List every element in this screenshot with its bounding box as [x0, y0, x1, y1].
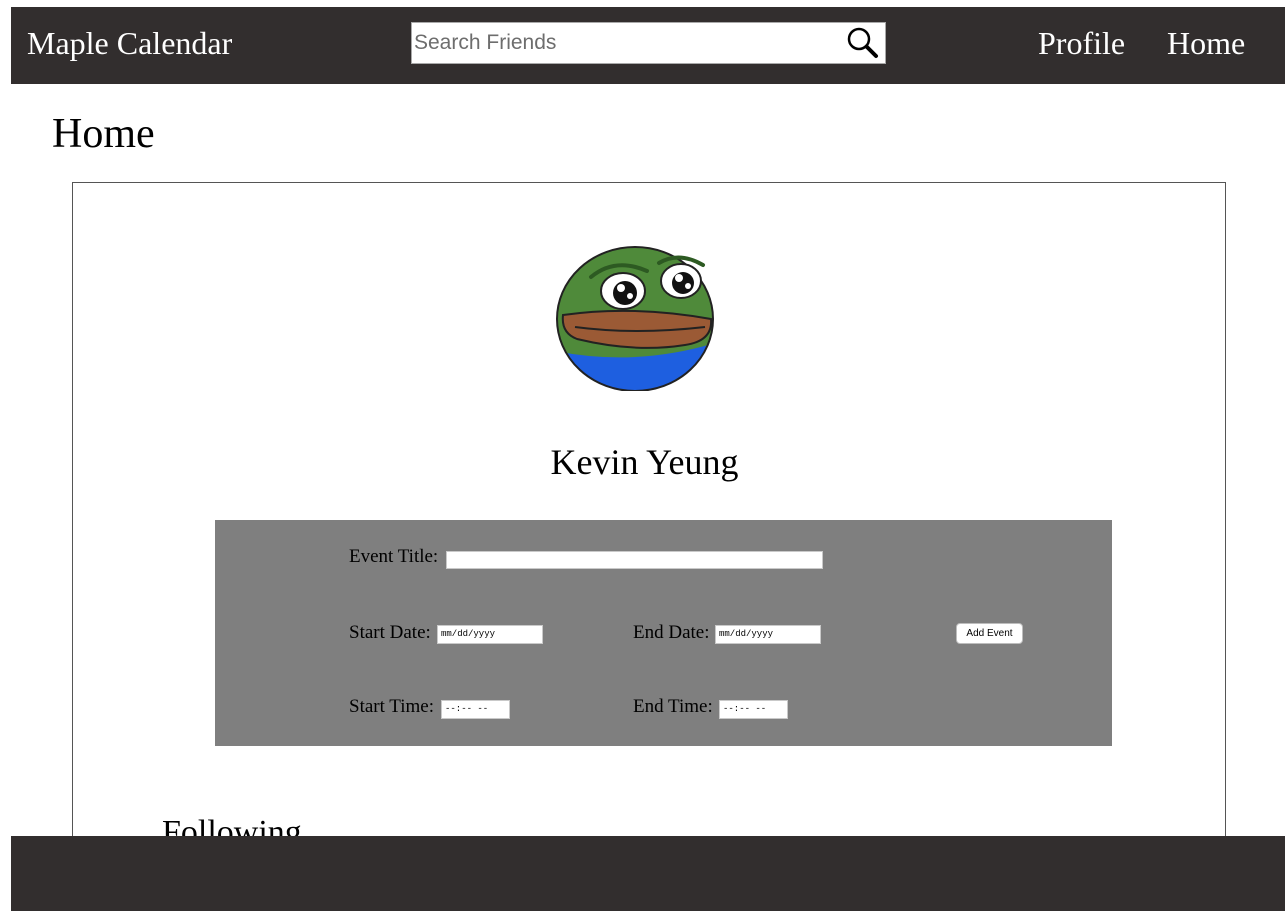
nav-link-profile[interactable]: Profile: [1038, 25, 1125, 61]
footer: [11, 836, 1285, 911]
end-date-label: End Date:: [633, 622, 710, 643]
end-date-input[interactable]: mm/dd/yyyy: [715, 625, 821, 644]
magnifier-icon: [847, 27, 878, 58]
event-title-input[interactable]: [446, 551, 823, 569]
start-date-input[interactable]: mm/dd/yyyy: [437, 625, 543, 644]
top-navbar: Maple Calendar Profile Home: [11, 7, 1285, 84]
search-input[interactable]: [414, 26, 834, 60]
user-name: Kevin Yeung: [550, 442, 739, 482]
profile-card: Kevin Yeung Event Title: Start Date: mm/…: [72, 182, 1226, 882]
brand-logo[interactable]: Maple Calendar: [27, 25, 232, 61]
start-date-label: Start Date:: [349, 622, 431, 643]
page-title: Home: [52, 111, 155, 157]
add-event-form: Event Title: Start Date: mm/dd/yyyy End …: [215, 520, 1112, 746]
search-box: [411, 22, 886, 64]
search-button[interactable]: [845, 26, 881, 60]
event-title-label: Event Title:: [349, 546, 439, 567]
nav-link-home[interactable]: Home: [1167, 25, 1245, 61]
add-event-button[interactable]: Add Event: [956, 623, 1023, 644]
start-time-input[interactable]: --:-- --: [441, 700, 510, 719]
end-time-label: End Time:: [633, 696, 713, 717]
start-time-label: Start Time:: [349, 696, 434, 717]
page: Maple Calendar Profile Home Home: [0, 0, 1285, 911]
end-time-input[interactable]: --:-- --: [719, 700, 788, 719]
frog-avatar-image: [556, 246, 714, 391]
